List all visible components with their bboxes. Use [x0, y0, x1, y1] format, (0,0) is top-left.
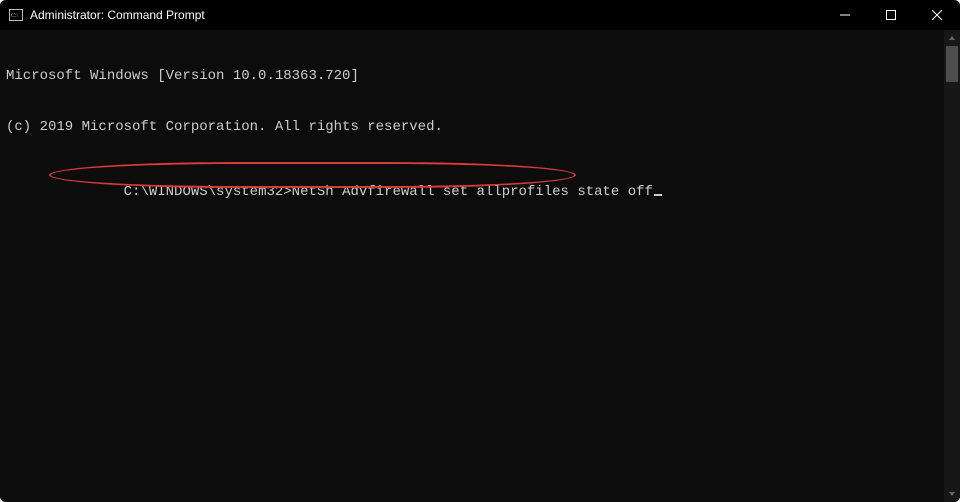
scroll-up-button[interactable] — [944, 30, 960, 46]
terminal-area[interactable]: Microsoft Windows [Version 10.0.18363.72… — [0, 30, 944, 502]
scroll-thumb[interactable] — [946, 46, 958, 82]
minimize-button[interactable] — [822, 0, 868, 30]
terminal-content-wrap: Microsoft Windows [Version 10.0.18363.72… — [0, 30, 960, 502]
copyright-line: (c) 2019 Microsoft Corporation. All righ… — [6, 119, 938, 136]
command-text: NetSh Advfirewall set allprofiles state … — [292, 184, 653, 200]
svg-text:C:\: C:\ — [11, 13, 19, 19]
window-controls — [822, 0, 960, 30]
maximize-button[interactable] — [868, 0, 914, 30]
version-line: Microsoft Windows [Version 10.0.18363.72… — [6, 68, 938, 85]
window-title: Administrator: Command Prompt — [30, 8, 822, 22]
vertical-scrollbar[interactable] — [944, 30, 960, 502]
prompt-text: C:\WINDOWS\system32> — [124, 184, 292, 200]
scroll-down-button[interactable] — [944, 486, 960, 502]
command-prompt-window: C:\ Administrator: Command Prompt Micros… — [0, 0, 960, 502]
text-cursor — [654, 194, 662, 196]
cmd-icon: C:\ — [8, 7, 24, 23]
prompt-line: C:\WINDOWS\system32>NetSh Advfirewall se… — [56, 167, 662, 218]
close-button[interactable] — [914, 0, 960, 30]
titlebar[interactable]: C:\ Administrator: Command Prompt — [0, 0, 960, 30]
